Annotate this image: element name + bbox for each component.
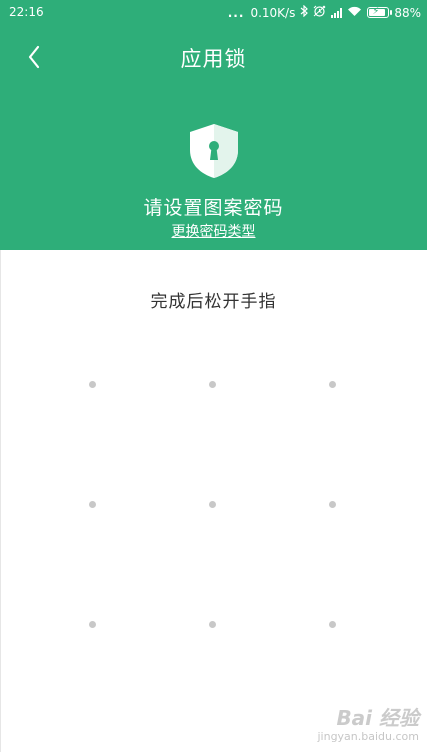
pattern-dot[interactable] (329, 501, 336, 508)
pattern-dot[interactable] (209, 501, 216, 508)
pattern-dot[interactable] (329, 621, 336, 628)
pattern-dot[interactable] (89, 381, 96, 388)
watermark-url: jingyan.baidu.com (317, 730, 419, 743)
pattern-dot[interactable] (89, 501, 96, 508)
pattern-dot[interactable] (89, 621, 96, 628)
baidu-watermark: Bai 经验 (336, 706, 419, 730)
pattern-dot[interactable] (329, 381, 336, 388)
pattern-dot[interactable] (209, 621, 216, 628)
pattern-lock-grid[interactable] (0, 0, 427, 752)
pattern-dot[interactable] (209, 381, 216, 388)
